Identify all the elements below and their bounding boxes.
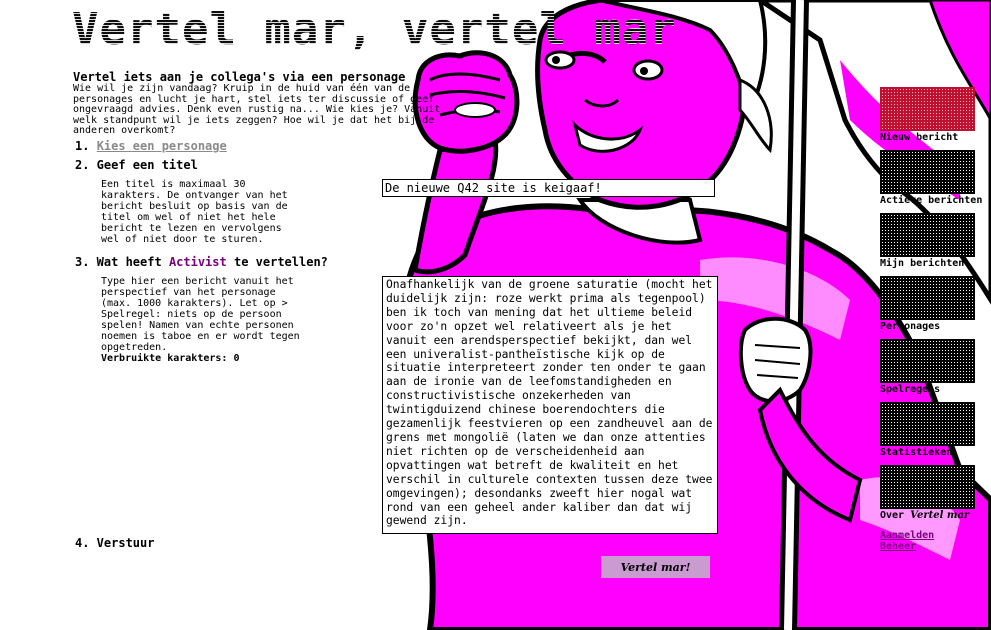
submit-button[interactable]: Vertel mar! <box>601 556 710 578</box>
step3-prefix: 3. Wat heeft <box>75 255 162 269</box>
sidebar-item-statistics[interactable]: Statistieken <box>880 402 976 458</box>
step1-number: 1. <box>75 139 90 153</box>
sidebar-item-my-messages[interactable]: Mijn berichten <box>880 213 976 269</box>
active-messages-tile <box>880 150 975 194</box>
sidebar-item-label: Nieuw bericht <box>880 132 959 143</box>
login-link[interactable]: Aanmelden <box>880 530 934 541</box>
sidebar-item-rules[interactable]: Spelregels <box>880 339 976 395</box>
step-send-label: 4. Verstuur <box>75 536 155 550</box>
character-name: Activist <box>168 255 227 269</box>
new-message-tile <box>880 87 975 131</box>
statistics-tile <box>880 402 975 446</box>
about-label-prefix: Over <box>880 510 905 521</box>
sidebar-item-label: Spelregels <box>880 384 941 395</box>
step3-suffix: te vertellen? <box>233 255 328 269</box>
title-help-text: Een titel is maximaal 30 karakters. De o… <box>101 179 288 245</box>
sidebar-item-label: Personages <box>880 321 941 332</box>
admin-link[interactable]: Beheer <box>880 541 934 552</box>
message-help-text: Type hier een bericht vanuit het perspec… <box>101 276 301 364</box>
rules-tile <box>880 339 975 383</box>
sidebar-item-characters[interactable]: Personages <box>880 276 976 332</box>
sidebar-links: Aanmelden Beheer <box>880 530 934 552</box>
step-message-label: 3. Wat heeft Activist te vertellen? <box>75 255 328 269</box>
choose-character-link[interactable]: Kies een personage <box>97 139 227 153</box>
page-title: Vertel mar, vertel mar <box>72 4 677 55</box>
sidebar-item-new-message[interactable]: Nieuw bericht <box>880 87 976 143</box>
sidebar-item-active-messages[interactable]: Actieve berichten <box>880 150 983 206</box>
title-input[interactable] <box>382 179 715 197</box>
message-help-body: Type hier een bericht vanuit het perspec… <box>101 276 300 353</box>
intro-heading: Vertel iets aan je collega's via een per… <box>73 70 406 84</box>
message-textarea[interactable]: Onafhankelijk van de groene saturatie (m… <box>382 276 718 534</box>
sidebar-item-label: Statistieken <box>880 447 953 458</box>
step-title-label: 2. Geef een titel <box>75 158 198 172</box>
about-label-brand: Vertel mar <box>910 510 970 521</box>
sidebar-item-label: Over Vertel mar <box>880 510 976 521</box>
char-count: Verbruikte karakters: 0 <box>101 353 240 364</box>
step-choose-character: 1. Kies een personage <box>75 139 227 153</box>
sidebar-item-label: Mijn berichten <box>880 258 965 269</box>
characters-tile <box>880 276 975 320</box>
about-tile <box>880 465 975 509</box>
my-messages-tile <box>880 213 975 257</box>
sidebar-item-label: Actieve berichten <box>880 195 983 206</box>
sidebar-item-about[interactable]: Over Vertel mar <box>880 465 976 521</box>
intro-text: Wie wil je zijn vandaag? Kruip in de hui… <box>73 83 441 136</box>
